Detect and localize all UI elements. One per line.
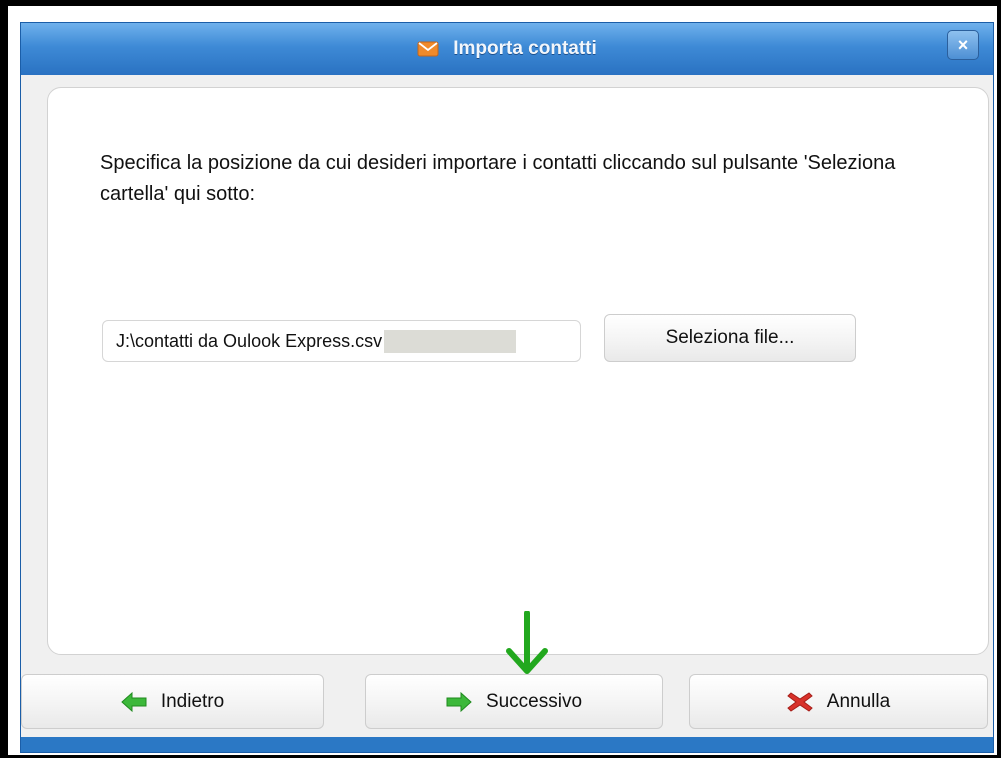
arrow-left-icon <box>121 691 147 712</box>
title-bar[interactable]: Importa contatti × <box>21 23 993 75</box>
window-title: Importa contatti <box>453 38 597 59</box>
text-selection-highlight <box>384 329 517 353</box>
window-bottom-border <box>21 737 993 752</box>
next-button[interactable]: Successivo <box>365 674 663 729</box>
x-mark-icon <box>787 691 813 712</box>
close-icon: × <box>957 34 969 55</box>
screenshot-frame: Importa contatti × Specifica la posizion… <box>0 0 1001 758</box>
cancel-label: Annulla <box>826 690 891 712</box>
arrow-down-icon <box>506 611 548 674</box>
import-contacts-dialog: Importa contatti × Specifica la posizion… <box>20 22 994 753</box>
file-path-value: J:\contatti da Oulook Express.csv <box>116 330 383 351</box>
cancel-button[interactable]: Annulla <box>689 674 988 729</box>
next-label: Successivo <box>485 690 583 712</box>
select-file-button[interactable]: Seleziona file... <box>604 314 856 362</box>
dialog-body: Specifica la posizione da cui desideri i… <box>21 75 993 737</box>
back-label: Indietro <box>160 690 225 712</box>
close-button[interactable]: × <box>947 30 979 60</box>
content-panel: Specifica la posizione da cui desideri i… <box>47 87 989 655</box>
arrow-right-icon <box>446 691 472 712</box>
select-file-label: Seleziona file... <box>665 327 795 348</box>
file-path-field[interactable]: J:\contatti da Oulook Express.csv <box>102 320 581 362</box>
mail-icon <box>417 41 439 57</box>
instructions-text: Specifica la posizione da cui desideri i… <box>100 152 896 205</box>
title-group: Importa contatti <box>21 23 993 75</box>
back-button[interactable]: Indietro <box>21 674 324 729</box>
